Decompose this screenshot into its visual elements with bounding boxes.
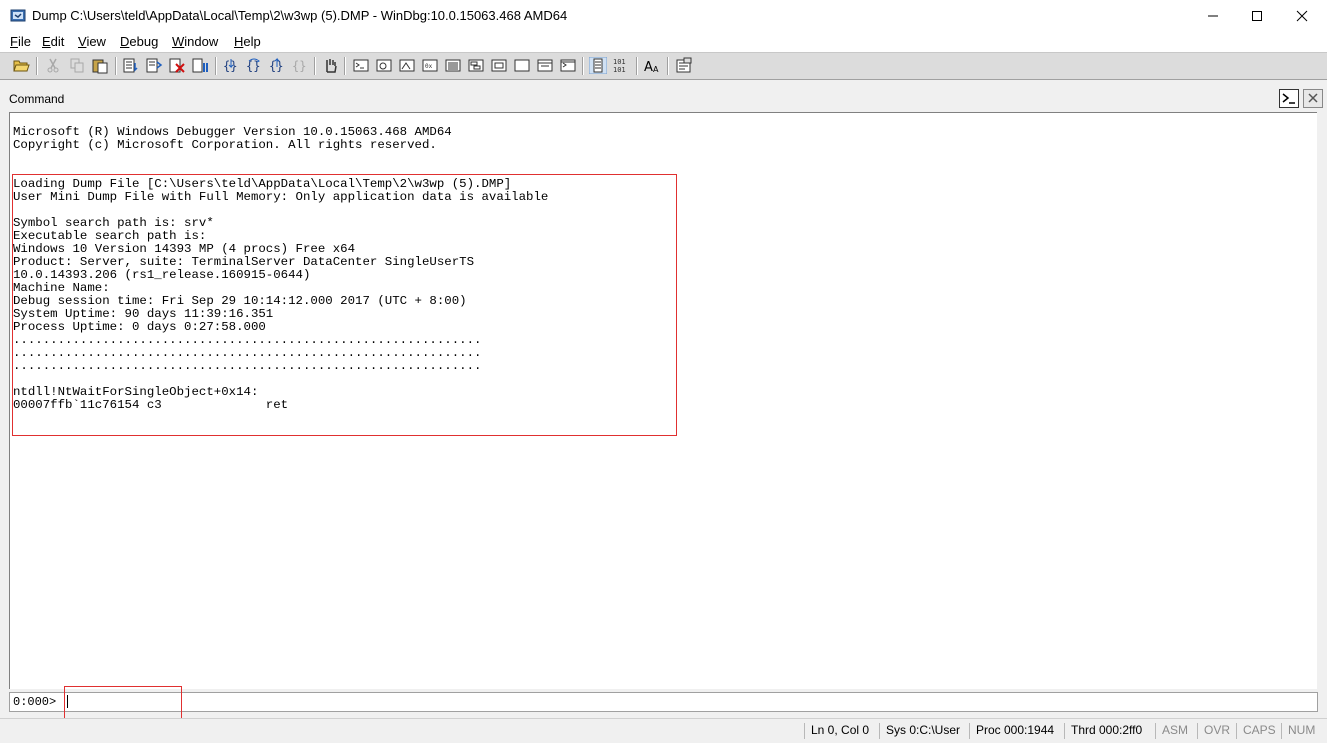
menu-bar: File Edit View Debug Window Help — [0, 32, 1327, 52]
svg-text:A: A — [653, 65, 659, 74]
close-icon — [1296, 10, 1308, 22]
svg-text:{}: {} — [292, 59, 306, 73]
locals-window-icon[interactable] — [398, 57, 416, 74]
command-window-title: Command — [9, 92, 65, 106]
break-icon[interactable] — [191, 57, 209, 74]
menu-debug[interactable]: Debug — [120, 34, 158, 49]
status-asm: ASM — [1155, 723, 1188, 739]
step-into-icon[interactable]: {} — [222, 57, 240, 74]
command-window-header: Command — [3, 88, 1324, 110]
command-prompt-label: 0:000> — [13, 695, 57, 709]
command-window-close-button[interactable] — [1303, 89, 1323, 108]
status-thread: Thrd 000:2ff0 — [1064, 723, 1142, 739]
svg-text:{}: {} — [269, 59, 283, 73]
hand-icon[interactable] — [321, 57, 339, 74]
command-prompt-icon — [1281, 91, 1297, 106]
menu-help[interactable]: Help — [234, 34, 261, 49]
font-icon[interactable]: AA — [643, 57, 661, 74]
status-sys: Sys 0:C:\User — [879, 723, 960, 739]
copy-icon[interactable] — [68, 57, 86, 74]
windbg-app-icon — [10, 9, 26, 22]
stop-debugging-icon[interactable] — [168, 57, 186, 74]
registers-window-icon[interactable]: 0x — [421, 57, 439, 74]
svg-text:0x: 0x — [425, 63, 433, 70]
watch-window-icon[interactable] — [375, 57, 393, 74]
memory-window-icon[interactable] — [444, 57, 462, 74]
minimize-button[interactable] — [1190, 0, 1236, 32]
highlight-box-dump-info — [12, 174, 677, 436]
close-button[interactable] — [1279, 0, 1325, 32]
source-mode-icon[interactable] — [589, 57, 607, 74]
command-browser-icon[interactable] — [559, 57, 577, 74]
status-bar: Ln 0, Col 0 Sys 0:C:\User Proc 000:1944 … — [0, 718, 1327, 743]
paste-icon[interactable] — [91, 57, 109, 74]
maximize-icon — [1252, 11, 1262, 21]
menu-edit[interactable]: Edit — [42, 34, 64, 49]
options-icon[interactable] — [675, 57, 693, 74]
call-stack-window-icon[interactable] — [467, 57, 485, 74]
step-out-icon[interactable]: {} — [268, 57, 286, 74]
open-folder-icon[interactable] — [12, 57, 30, 74]
status-proc: Proc 000:1944 — [969, 723, 1054, 739]
scratch-pad-icon[interactable] — [513, 57, 531, 74]
status-ovr: OVR — [1197, 723, 1230, 739]
menu-view[interactable]: View — [78, 34, 106, 49]
command-input[interactable] — [66, 694, 1306, 708]
command-window-icon[interactable] — [352, 57, 370, 74]
command-prompt-button[interactable] — [1279, 89, 1299, 108]
command-input-row: 0:000> — [9, 692, 1318, 712]
status-line-col: Ln 0, Col 0 — [804, 723, 869, 739]
disassembly-window-icon[interactable] — [490, 57, 508, 74]
step-over-icon[interactable]: {} — [245, 57, 263, 74]
toolbar: {} {} {} {} 0x 101 101 AA — [0, 52, 1327, 80]
processes-threads-icon[interactable] — [536, 57, 554, 74]
minimize-icon — [1208, 15, 1218, 17]
title-bar: Dump C:\Users\teld\AppData\Local\Temp\2\… — [0, 0, 1327, 32]
go-icon[interactable] — [122, 57, 140, 74]
status-caps: CAPS — [1236, 723, 1276, 739]
close-icon — [1308, 93, 1318, 103]
binary-mode-icon[interactable]: 101101 — [612, 57, 630, 74]
maximize-button[interactable] — [1234, 0, 1280, 32]
menu-window[interactable]: Window — [172, 34, 218, 49]
window-title: Dump C:\Users\teld\AppData\Local\Temp\2\… — [32, 8, 568, 23]
restart-icon[interactable] — [145, 57, 163, 74]
svg-text:101: 101 — [613, 58, 626, 66]
menu-file[interactable]: File — [10, 34, 31, 49]
cut-icon[interactable] — [44, 57, 62, 74]
run-to-cursor-icon[interactable]: {} — [291, 57, 309, 74]
svg-text:A: A — [644, 60, 653, 74]
status-num: NUM — [1281, 723, 1315, 739]
svg-text:101: 101 — [613, 66, 626, 74]
